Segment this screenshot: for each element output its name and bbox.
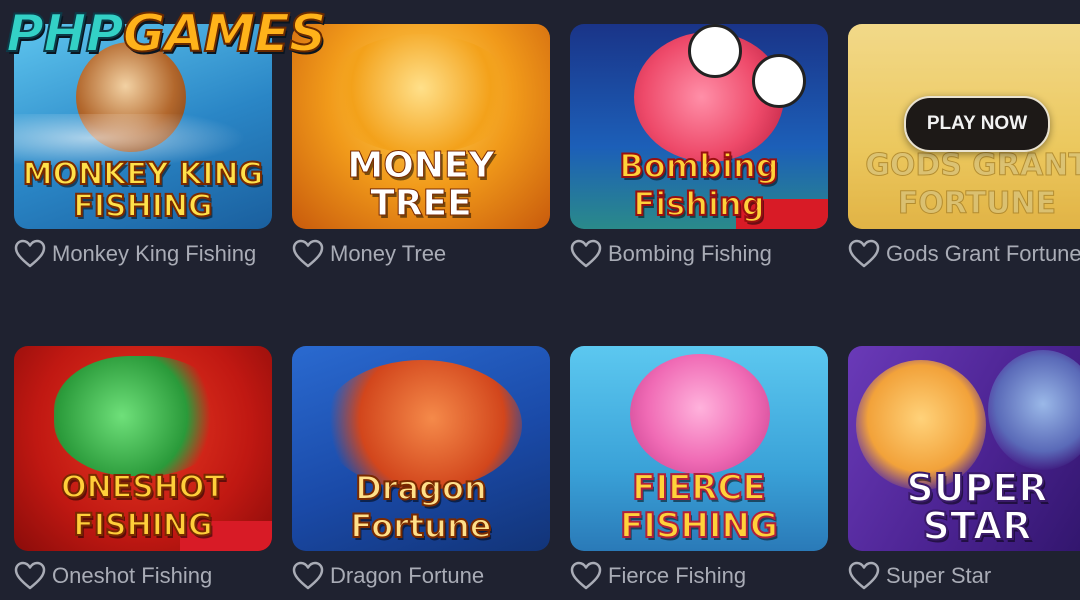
game-name[interactable]: Oneshot Fishing — [52, 563, 212, 589]
heart-icon[interactable] — [292, 561, 324, 591]
game-name[interactable]: Money Tree — [330, 241, 446, 267]
favorite-row: Monkey King Fishing — [14, 239, 256, 269]
heart-icon[interactable] — [848, 239, 880, 269]
game-card-fierce-fishing[interactable]: FIERCE FISHING Fierce Fishing — [570, 346, 828, 590]
logo-games: GAMES — [122, 3, 328, 65]
octopus-illustration — [630, 354, 770, 474]
heart-icon[interactable] — [14, 239, 46, 269]
tree-illustration — [326, 34, 516, 154]
site-logo[interactable]: PHPGAMES — [5, 3, 328, 65]
game-card-bombing-fishing[interactable]: Bombing Fishing Bombing Fishing — [570, 24, 828, 268]
favorite-row: Dragon Fortune — [292, 561, 484, 591]
play-now-button[interactable]: PLAY NOW — [904, 96, 1050, 152]
thumb-title: SUPER STAR — [905, 466, 1048, 548]
thumb-title: GODS GRANT FORTUNE — [865, 148, 1080, 222]
logo-php: PHP — [5, 3, 125, 65]
heart-icon[interactable] — [848, 561, 880, 591]
favorite-row: Oneshot Fishing — [14, 561, 212, 591]
game-card-oneshot-fishing[interactable]: ONESHOT FISHING Oneshot Fishing — [14, 346, 272, 590]
thumb-title: MONKEY KING FISHING — [22, 157, 265, 224]
fish-eye-left — [688, 24, 742, 78]
heart-icon[interactable] — [570, 561, 602, 591]
game-thumbnail[interactable]: MONEY TREE — [292, 24, 550, 229]
heart-icon[interactable] — [292, 239, 324, 269]
thumb-title: Dragon Fortune — [350, 468, 493, 546]
fish-eye-right — [752, 54, 806, 108]
thumb-title: ONESHOT FISHING — [60, 469, 226, 544]
game-name[interactable]: Monkey King Fishing — [52, 241, 256, 267]
favorite-row: Fierce Fishing — [570, 561, 746, 591]
game-name[interactable]: Super Star — [886, 563, 991, 589]
game-name[interactable]: Dragon Fortune — [330, 563, 484, 589]
game-name[interactable]: Bombing Fishing — [608, 241, 772, 267]
game-thumbnail[interactable]: GODS GRANT FORTUNE PLAY NOW — [848, 24, 1080, 229]
game-thumbnail[interactable]: SUPER STAR — [848, 346, 1080, 551]
favorite-row: Gods Grant Fortune — [848, 239, 1080, 269]
thumb-title: FIERCE FISHING — [619, 468, 779, 546]
game-thumbnail[interactable]: FIERCE FISHING — [570, 346, 828, 551]
game-name[interactable]: Fierce Fishing — [608, 563, 746, 589]
game-thumbnail[interactable]: Dragon Fortune — [292, 346, 550, 551]
heart-icon[interactable] — [570, 239, 602, 269]
game-card-dragon-fortune[interactable]: Dragon Fortune Dragon Fortune — [292, 346, 550, 590]
game-card-money-tree[interactable]: MONEY TREE Money Tree — [292, 24, 550, 268]
vampire-illustration — [988, 350, 1080, 470]
thumb-title: Bombing Fishing — [618, 146, 779, 224]
game-thumbnail[interactable]: ONESHOT FISHING — [14, 346, 272, 551]
heart-icon[interactable] — [14, 561, 46, 591]
favorite-row: Money Tree — [292, 239, 446, 269]
thumb-title: MONEY TREE — [347, 145, 495, 224]
game-thumbnail[interactable]: Bombing Fishing — [570, 24, 828, 229]
favorite-row: Super Star — [848, 561, 991, 591]
dragon-illustration — [54, 356, 224, 476]
favorite-row: Bombing Fishing — [570, 239, 772, 269]
game-name[interactable]: Gods Grant Fortune — [886, 241, 1080, 267]
game-card-gods-grant-fortune[interactable]: GODS GRANT FORTUNE PLAY NOW Gods Grant F… — [848, 24, 1080, 268]
game-card-super-star[interactable]: SUPER STAR Super Star — [848, 346, 1080, 590]
